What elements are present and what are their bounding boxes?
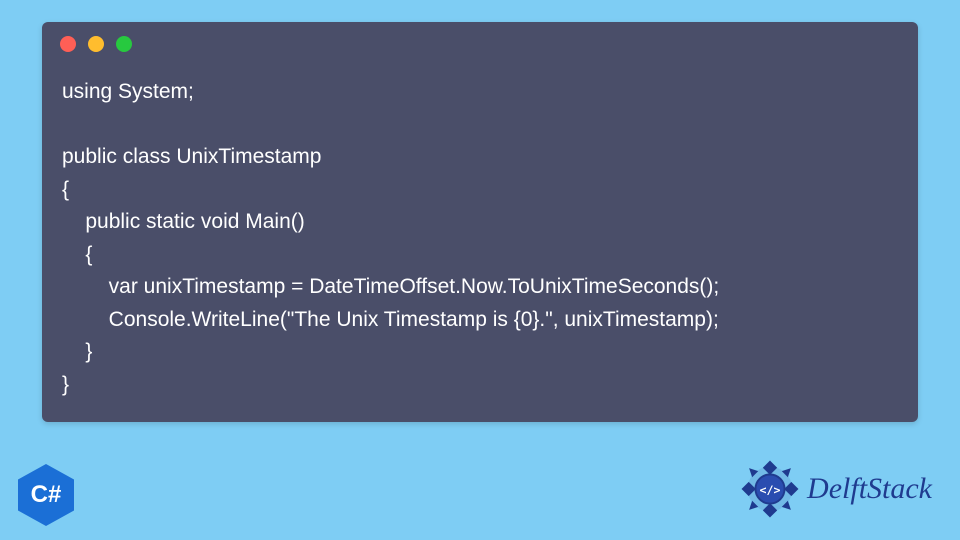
brand-name: DelftStack [807,472,932,506]
svg-text:</>: </> [760,483,781,497]
window-titlebar [42,22,918,58]
minimize-icon[interactable] [88,36,104,52]
code-window: using System; public class UnixTimestamp… [42,22,918,422]
close-icon[interactable] [60,36,76,52]
delftstack-icon: </> [739,458,801,520]
csharp-badge: C# [18,464,74,526]
code-block: using System; public class UnixTimestamp… [42,58,918,421]
brand-logo: </> DelftStack [739,458,932,520]
hexagon-icon: C# [18,464,74,526]
maximize-icon[interactable] [116,36,132,52]
csharp-label: C# [31,481,62,509]
